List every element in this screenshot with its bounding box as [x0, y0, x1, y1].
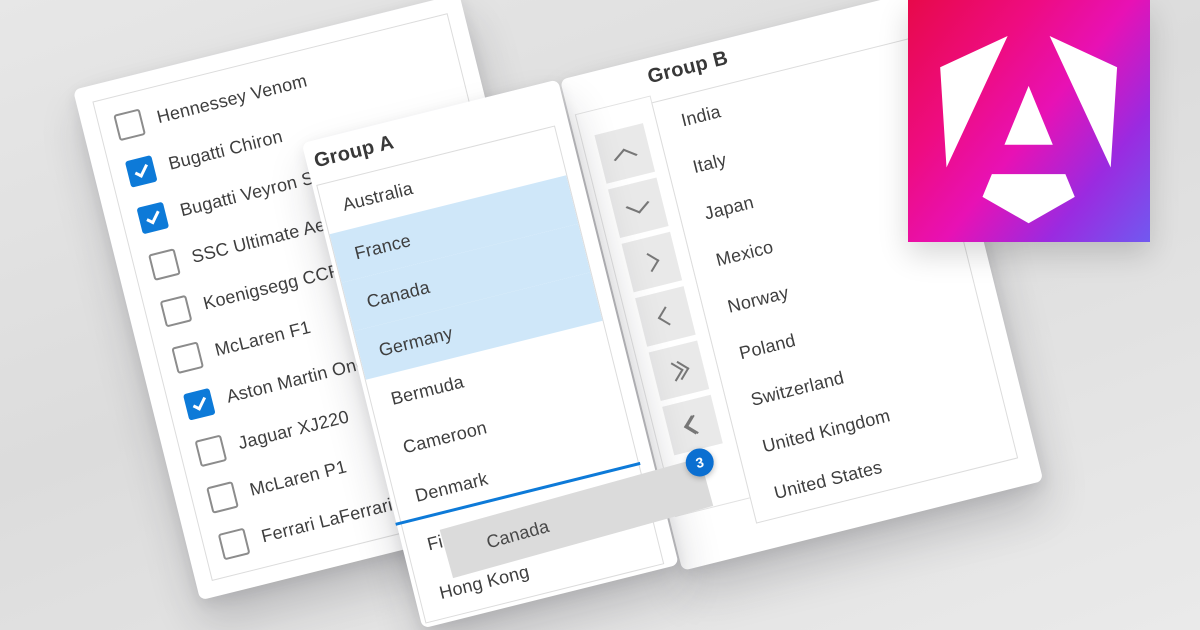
list-item-label: Australia: [340, 177, 415, 215]
chevron-up-icon: [613, 148, 638, 166]
checkbox[interactable]: [159, 294, 193, 328]
list-item-label: Bermuda: [388, 370, 466, 409]
list-item-label: Germany: [376, 322, 455, 360]
list-item-label: France: [352, 229, 413, 263]
drag-count-value: 3: [693, 453, 706, 472]
check-icon: [192, 394, 206, 411]
checkbox[interactable]: [194, 434, 228, 467]
move-all-to-button[interactable]: [648, 340, 710, 402]
checkbox[interactable]: [147, 247, 181, 281]
double-chevron-right-icon: [664, 360, 690, 382]
checkbox[interactable]: [182, 387, 216, 421]
checkbox[interactable]: [171, 340, 204, 374]
check-icon: [145, 208, 160, 225]
move-up-button[interactable]: [594, 123, 656, 184]
drag-preview-label: Canada: [484, 515, 552, 552]
checkbox[interactable]: [136, 201, 170, 234]
check-icon: [134, 161, 148, 178]
list-item-label: Canada: [364, 276, 432, 312]
checkbox[interactable]: [124, 154, 158, 188]
chevron-right-icon: [640, 252, 660, 273]
move-to-button[interactable]: [621, 231, 683, 293]
angular-a-icon: [940, 36, 1118, 224]
checkbox[interactable]: [206, 480, 239, 514]
group-b-title: Group B: [645, 46, 731, 89]
move-from-button[interactable]: [635, 286, 696, 347]
move-all-from-button[interactable]: [662, 394, 723, 456]
list-item-label: Denmark: [412, 468, 490, 506]
page: Hennessey Venom Bugatti Chiron Bugatti V…: [0, 0, 1200, 630]
chevron-down-icon: [625, 195, 650, 213]
checkbox[interactable]: [217, 527, 251, 560]
chevron-left-icon: [657, 306, 677, 326]
list-item-label: Cameroon: [400, 416, 489, 457]
double-chevron-left-icon: [683, 414, 705, 435]
angular-logo: [908, 0, 1150, 242]
checkbox[interactable]: [113, 107, 146, 141]
move-down-button[interactable]: [607, 177, 669, 239]
